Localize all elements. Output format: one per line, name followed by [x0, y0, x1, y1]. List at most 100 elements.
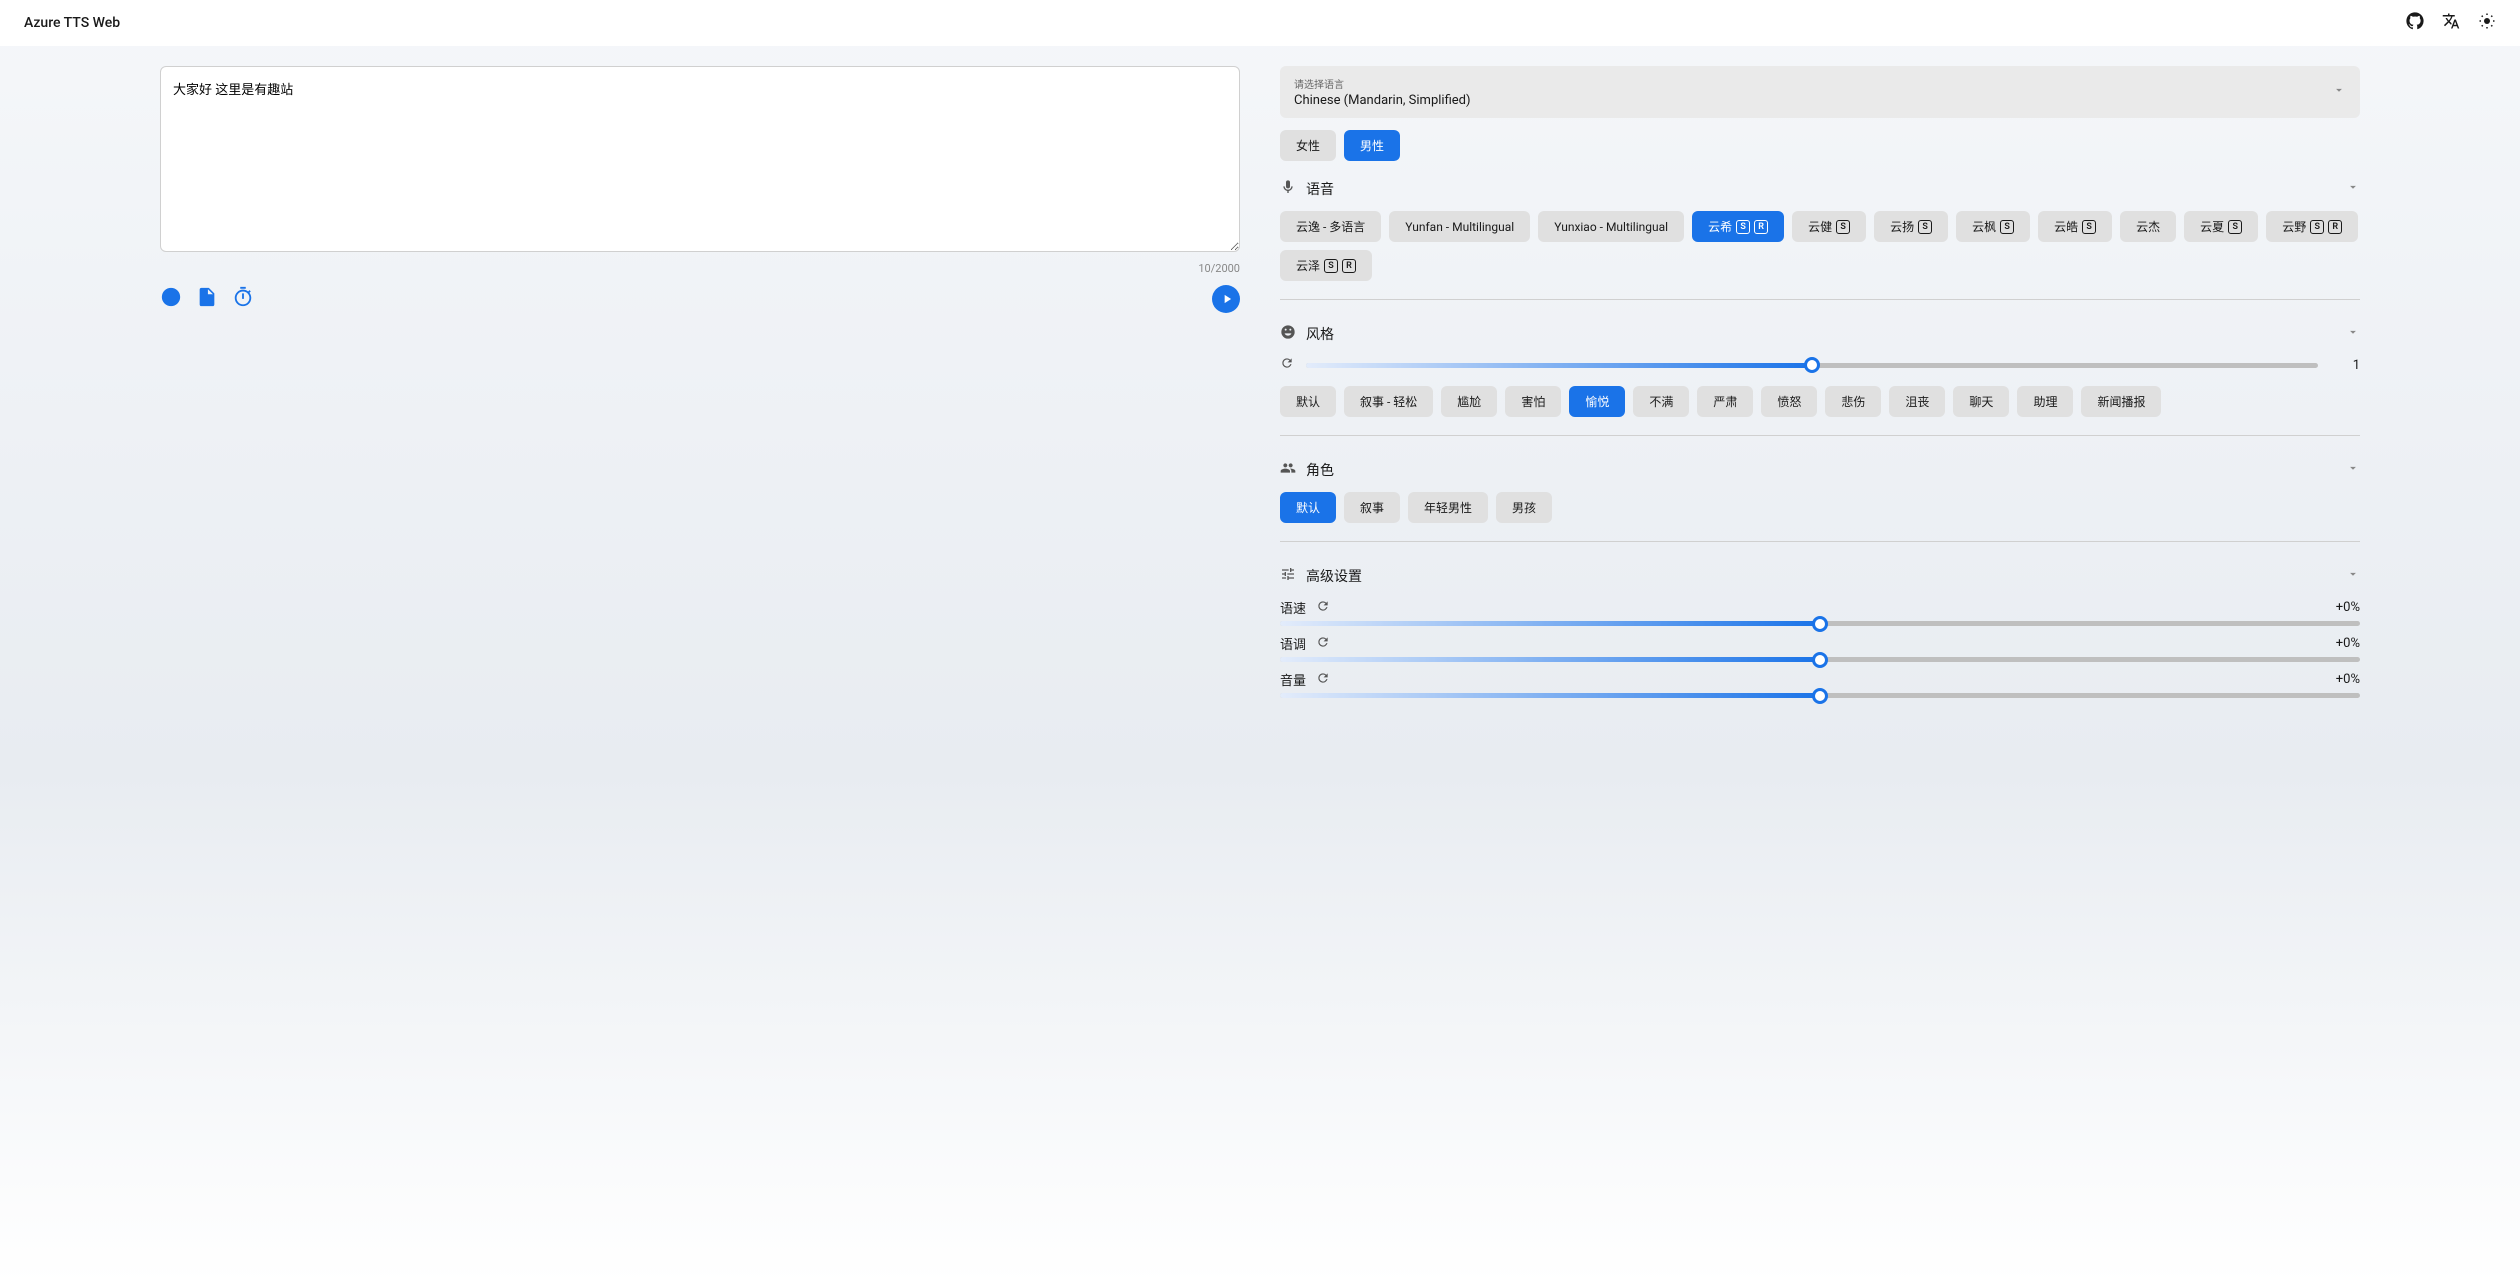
rate-value: +0%: [2336, 600, 2360, 615]
advanced-section-header[interactable]: 高级设置: [1280, 566, 2360, 586]
voice-section-title: 语音: [1306, 179, 1334, 199]
voice-chip[interactable]: 云夏S: [2184, 211, 2258, 242]
role-chip[interactable]: 男孩: [1496, 492, 1552, 523]
voice-badge: R: [2328, 220, 2342, 234]
chevron-down-icon: [2346, 180, 2360, 198]
char-counter: 10/2000: [160, 262, 1240, 275]
voice-section-header[interactable]: 语音: [1280, 179, 2360, 199]
style-chip[interactable]: 尴尬: [1441, 386, 1497, 417]
role-section-header[interactable]: 角色: [1280, 460, 2360, 480]
style-chip[interactable]: 害怕: [1505, 386, 1561, 417]
voice-badge: R: [1754, 220, 1768, 234]
mic-icon: [1280, 179, 1296, 199]
voice-chip[interactable]: 云泽SR: [1280, 250, 1372, 281]
voice-chip[interactable]: 云希SR: [1692, 211, 1784, 242]
pitch-value: +0%: [2336, 636, 2360, 651]
volume-label: 音量: [1280, 670, 1306, 689]
style-chip[interactable]: 默认: [1280, 386, 1336, 417]
voice-chip[interactable]: 云杰: [2120, 211, 2176, 242]
slider-track[interactable]: [1306, 363, 2318, 368]
voice-chip[interactable]: 云野SR: [2266, 211, 2358, 242]
rate-label: 语速: [1280, 598, 1306, 617]
voice-badge: S: [2082, 220, 2096, 234]
advanced-sliders: 语速 +0% 语调 +0% 音量 +0%: [1280, 598, 2360, 706]
voice-chips: 云逸 - 多语言 Yunfan - Multilingual Yunxiao - M…: [1280, 211, 2360, 281]
voice-badge: S: [2000, 220, 2014, 234]
app-title: Azure TTS Web: [24, 15, 120, 31]
role-chip[interactable]: 默认: [1280, 492, 1336, 523]
toolbar: [160, 285, 1240, 313]
rate-slider[interactable]: [1280, 621, 2360, 626]
style-chip[interactable]: 沮丧: [1889, 386, 1945, 417]
play-button[interactable]: [1212, 285, 1240, 313]
volume-row: 音量 +0%: [1280, 670, 2360, 689]
style-chip[interactable]: 新闻播报: [2081, 386, 2161, 417]
chevron-down-icon: [2332, 83, 2346, 101]
people-icon: [1280, 460, 1296, 480]
voice-badge: S: [1324, 259, 1338, 273]
app-header: Azure TTS Web: [0, 0, 2520, 46]
voice-chip[interactable]: 云皓S: [2038, 211, 2112, 242]
style-chip[interactable]: 严肃: [1697, 386, 1753, 417]
style-chips: 默认叙事 - 轻松尴尬害怕愉悦不满严肃愤怒悲伤沮丧聊天助理新闻播报: [1280, 386, 2360, 417]
download-icon[interactable]: [160, 286, 182, 312]
language-select[interactable]: 请选择语言 Chinese (Mandarin, Simplified): [1280, 66, 2360, 118]
reset-icon[interactable]: [1316, 635, 1330, 653]
voice-chip[interactable]: Yunfan - Multilingual: [1389, 211, 1530, 242]
pitch-slider[interactable]: [1280, 657, 2360, 662]
chevron-down-icon: [2346, 461, 2360, 479]
voice-chip[interactable]: Yunxiao - Multilingual: [1538, 211, 1684, 242]
voice-chip[interactable]: 云逸 - 多语言: [1280, 211, 1381, 242]
role-chips: 默认叙事年轻男性男孩: [1280, 492, 2360, 523]
voice-chip[interactable]: 云扬S: [1874, 211, 1948, 242]
slider-thumb[interactable]: [1804, 357, 1820, 373]
voice-badge: S: [2310, 220, 2324, 234]
gender-chips: 女性男性: [1280, 130, 2360, 161]
volume-slider[interactable]: [1280, 693, 2360, 698]
style-chip[interactable]: 悲伤: [1825, 386, 1881, 417]
style-chip[interactable]: 聊天: [1953, 386, 2009, 417]
github-icon[interactable]: [2406, 12, 2424, 34]
style-chip[interactable]: 愤怒: [1761, 386, 1817, 417]
rate-row: 语速 +0%: [1280, 598, 2360, 617]
slider-thumb[interactable]: [1812, 652, 1828, 668]
text-input[interactable]: [160, 66, 1240, 252]
tune-icon: [1280, 566, 1296, 586]
translate-icon[interactable]: [2442, 12, 2460, 34]
style-chip[interactable]: 叙事 - 轻松: [1344, 386, 1433, 417]
style-chip[interactable]: 不满: [1633, 386, 1689, 417]
voice-chip[interactable]: 云枫S: [1956, 211, 2030, 242]
voice-chip[interactable]: 云健S: [1792, 211, 1866, 242]
gender-chip[interactable]: 女性: [1280, 130, 1336, 161]
face-icon: [1280, 324, 1296, 344]
role-chip[interactable]: 叙事: [1344, 492, 1400, 523]
reset-icon[interactable]: [1316, 671, 1330, 689]
slider-thumb[interactable]: [1812, 688, 1828, 704]
voice-badge: S: [1736, 220, 1750, 234]
chevron-down-icon: [2346, 567, 2360, 585]
advanced-section-title: 高级设置: [1306, 566, 1362, 586]
divider: [1280, 541, 2360, 542]
reset-icon[interactable]: [1280, 356, 1294, 374]
gender-chip[interactable]: 男性: [1344, 130, 1400, 161]
divider: [1280, 435, 2360, 436]
chevron-down-icon: [2346, 325, 2360, 343]
volume-value: +0%: [2336, 672, 2360, 687]
style-section-title: 风格: [1306, 324, 1334, 344]
pitch-row: 语调 +0%: [1280, 634, 2360, 653]
voice-badge: S: [2228, 220, 2242, 234]
style-section-header[interactable]: 风格: [1280, 324, 2360, 344]
voice-badge: S: [1836, 220, 1850, 234]
stopwatch-icon[interactable]: [232, 286, 254, 312]
left-column: 10/2000: [160, 66, 1240, 706]
style-chip[interactable]: 愉悦: [1569, 386, 1625, 417]
document-icon[interactable]: [196, 286, 218, 312]
theme-toggle-icon[interactable]: [2478, 12, 2496, 34]
language-label: 请选择语言: [1294, 76, 1471, 91]
role-chip[interactable]: 年轻男性: [1408, 492, 1488, 523]
slider-thumb[interactable]: [1812, 616, 1828, 632]
voice-badge: R: [1342, 259, 1356, 273]
reset-icon[interactable]: [1316, 599, 1330, 617]
style-chip[interactable]: 助理: [2017, 386, 2073, 417]
style-degree-slider[interactable]: 1: [1280, 356, 2360, 374]
